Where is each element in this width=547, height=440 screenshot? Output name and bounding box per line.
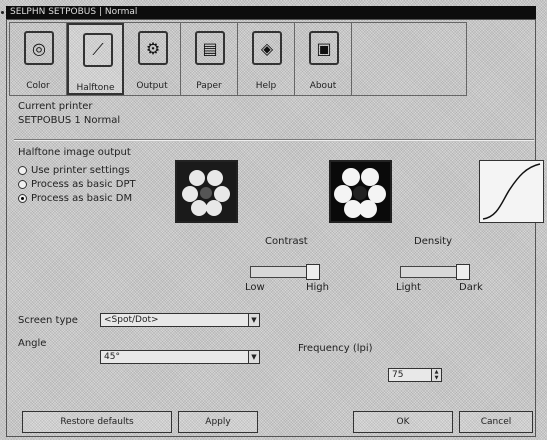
- toolbar-button-label: About: [309, 81, 337, 91]
- density-high-label: Dark: [459, 282, 483, 293]
- halftone-option[interactable]: Process as basic DPT: [18, 177, 136, 191]
- halftone-options: Use printer settings Process as basic DPT…: [18, 163, 136, 205]
- toolbar-button-output[interactable]: ⚙ Output: [124, 23, 181, 95]
- halftone-curve-icon: ⟋: [83, 33, 113, 67]
- angle-select[interactable]: 45° ▼: [100, 350, 260, 364]
- halftone-preview-result: [329, 160, 392, 223]
- toolbar-button-halftone[interactable]: ⟋ Halftone: [67, 23, 124, 95]
- toolbar-button-label: Output: [136, 81, 168, 91]
- window-bullet: [1, 11, 4, 14]
- apply-button[interactable]: Apply: [178, 411, 258, 433]
- density-label: Density: [414, 236, 453, 247]
- spinner-arrows-icon[interactable]: ▲ ▼: [431, 369, 441, 381]
- toolbar-button-label: Color: [26, 81, 50, 91]
- contrast-slider-thumb[interactable]: [306, 264, 320, 280]
- screen-type-label: Screen type: [18, 315, 78, 326]
- window-title: SELPHN SETPOBUS | Normal: [10, 7, 138, 17]
- color-wheel-icon: ◎: [24, 31, 54, 65]
- angle-label: Angle: [18, 338, 47, 349]
- chevron-down-icon[interactable]: ▼: [248, 314, 259, 326]
- contrast-low-label: Low: [245, 282, 265, 293]
- radio-button[interactable]: [18, 193, 27, 203]
- paper-icon: ▤: [195, 31, 225, 65]
- toolbar-button-paper[interactable]: ▤ Paper: [181, 23, 238, 95]
- contrast-label: Contrast: [265, 236, 308, 247]
- toolbar-button-label: Paper: [196, 81, 222, 91]
- contrast-slider-track[interactable]: [250, 266, 307, 278]
- toolbar: ◎ Color ⟋ Halftone ⚙ Output ▤ Paper ◈ Help ▣ About: [9, 22, 467, 96]
- section-divider: [14, 139, 534, 141]
- toolbar-button-help[interactable]: ◈ Help: [238, 23, 295, 95]
- density-slider-track[interactable]: [400, 266, 457, 278]
- restore-defaults-button[interactable]: Restore defaults: [22, 411, 172, 433]
- halftone-section-label: Halftone image output: [18, 147, 131, 158]
- tone-curve-graph: [479, 160, 544, 223]
- ok-button[interactable]: OK: [353, 411, 453, 433]
- frequency-spinner[interactable]: 75 ▲ ▼: [388, 368, 442, 382]
- current-printer-label: Current printer: [18, 101, 93, 112]
- contrast-high-label: High: [306, 282, 329, 293]
- toolbar-button-color[interactable]: ◎ Color: [10, 23, 67, 95]
- current-printer-value: SETPOBUS 1 Normal: [18, 115, 121, 126]
- screen-type-select[interactable]: <Spot/Dot> ▼: [100, 313, 260, 327]
- toolbar-button-label: Halftone: [76, 83, 115, 93]
- about-icon: ▣: [309, 31, 339, 65]
- halftone-option-label: Use printer settings: [31, 164, 130, 176]
- halftone-option-label: Process as basic DPT: [31, 178, 136, 190]
- help-icon: ◈: [252, 31, 282, 65]
- density-slider-thumb[interactable]: [456, 264, 470, 280]
- output-icon: ⚙: [138, 31, 168, 65]
- angle-value: 45°: [104, 352, 120, 362]
- screen-type-value: <Spot/Dot>: [104, 315, 159, 325]
- halftone-option-label: Process as basic DM: [31, 192, 133, 204]
- density-low-label: Light: [396, 282, 421, 293]
- halftone-preview-original: [175, 160, 238, 223]
- halftone-option[interactable]: Process as basic DM: [18, 191, 136, 205]
- toolbar-button-label: Help: [255, 81, 277, 91]
- chevron-down-icon[interactable]: ▼: [248, 351, 259, 363]
- frequency-value: 75: [392, 370, 404, 380]
- radio-button[interactable]: [18, 179, 27, 189]
- radio-button[interactable]: [18, 165, 27, 175]
- frequency-label: Frequency (lpi): [298, 343, 373, 354]
- cancel-button[interactable]: Cancel: [459, 411, 533, 433]
- window-title-bar[interactable]: SELPHN SETPOBUS | Normal: [6, 6, 536, 19]
- toolbar-button-about[interactable]: ▣ About: [295, 23, 352, 95]
- halftone-option[interactable]: Use printer settings: [18, 163, 136, 177]
